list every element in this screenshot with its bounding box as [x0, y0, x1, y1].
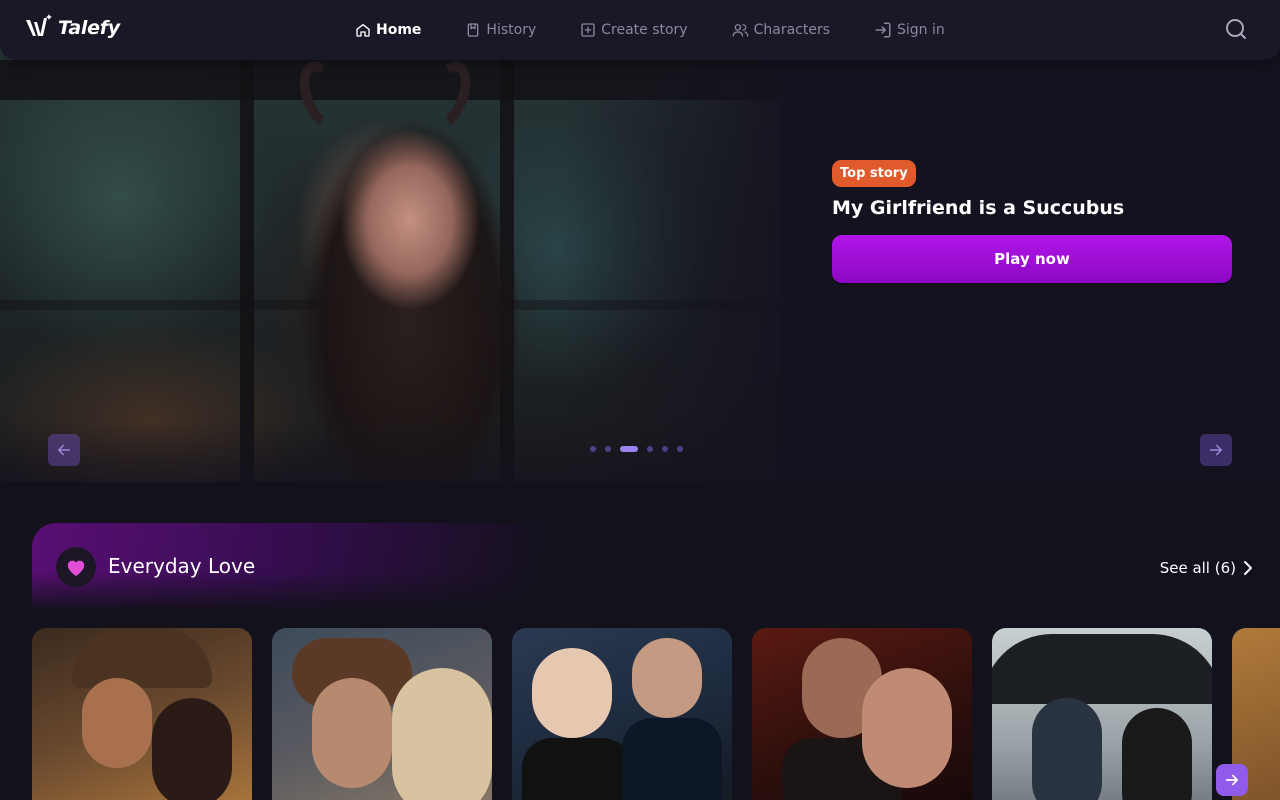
story-card[interactable] — [32, 628, 252, 800]
carousel-dot[interactable] — [662, 446, 668, 452]
search-icon — [1226, 19, 1246, 39]
story-card[interactable] — [992, 628, 1212, 800]
carousel-dot[interactable] — [605, 446, 611, 452]
nav-item-sign-in[interactable]: Sign in — [874, 18, 945, 42]
play-now-button[interactable]: Play now — [832, 235, 1232, 283]
logo-text: Talefy — [58, 17, 120, 39]
hero-banner: Top story My Girlfriend is a Succubus Pl… — [0, 0, 1280, 482]
top-story-badge: Top story — [832, 160, 916, 187]
see-all-label: See all (6) — [1159, 559, 1236, 577]
carousel-dots — [590, 446, 683, 452]
card-face — [82, 678, 152, 768]
card-face — [312, 678, 392, 788]
nav-item-home[interactable]: Home — [355, 18, 421, 42]
story-card[interactable] — [272, 628, 492, 800]
carousel-dot[interactable] — [590, 446, 596, 452]
see-all-link[interactable]: See all (6) — [1160, 559, 1254, 577]
hero-info: Top story My Girlfriend is a Succubus Pl… — [832, 160, 1232, 283]
nav-item-label: Create story — [601, 22, 688, 38]
card-umbrella — [992, 634, 1212, 704]
carousel-dot-active[interactable] — [620, 446, 638, 452]
sign-in-icon — [875, 22, 891, 38]
arrow-right-icon — [1210, 444, 1222, 456]
top-navigation: Talefy Home History Create story Charact… — [0, 0, 1280, 60]
hero-next-button[interactable] — [1200, 434, 1232, 466]
card-figure — [152, 698, 232, 800]
nav-item-label: History — [486, 22, 537, 38]
cards-next-button[interactable] — [1216, 764, 1248, 796]
logo-mark-icon — [26, 14, 52, 36]
nav-menu: Home History Create story Characters Sig… — [355, 18, 989, 42]
arrow-left-icon — [58, 444, 70, 456]
nav-item-characters[interactable]: Characters — [732, 18, 830, 42]
hero-prev-button[interactable] — [48, 434, 80, 466]
chevron-right-icon — [1244, 561, 1252, 575]
nav-item-label: Characters — [753, 22, 831, 38]
hero-title: My Girlfriend is a Succubus — [832, 197, 1125, 219]
story-card[interactable] — [752, 628, 972, 800]
hero-window-mullion — [240, 60, 254, 482]
card-hat — [72, 628, 212, 688]
story-carousel — [32, 628, 1280, 800]
carousel-dot[interactable] — [677, 446, 683, 452]
nav-item-history[interactable]: History — [465, 18, 536, 42]
card-face — [862, 668, 952, 788]
nav-item-label: Home — [376, 22, 422, 38]
nav-item-create-story[interactable]: Create story — [580, 18, 688, 42]
home-icon — [356, 24, 370, 37]
section-title: Everyday Love — [108, 554, 256, 578]
carousel-dot[interactable] — [647, 446, 653, 452]
search-button[interactable] — [1224, 17, 1248, 41]
card-figure — [392, 668, 492, 800]
card-outfit — [522, 738, 632, 800]
hero-fade — [560, 0, 800, 482]
nav-item-label: Sign in — [897, 22, 945, 38]
card-figure — [1032, 698, 1102, 800]
arrow-right-icon — [1225, 774, 1239, 786]
logo[interactable]: Talefy — [22, 10, 120, 46]
users-icon — [732, 24, 748, 37]
heart-badge — [56, 547, 96, 587]
story-card[interactable] — [512, 628, 732, 800]
card-figure — [1122, 708, 1192, 800]
card-face — [532, 648, 612, 738]
plus-square-icon — [581, 23, 595, 37]
bookmark-icon — [468, 23, 479, 37]
section-everyday-love: Everyday Love See all (6) — [32, 523, 1256, 611]
card-outfit — [622, 718, 722, 800]
card-face — [632, 638, 702, 718]
heart-icon — [67, 560, 85, 577]
